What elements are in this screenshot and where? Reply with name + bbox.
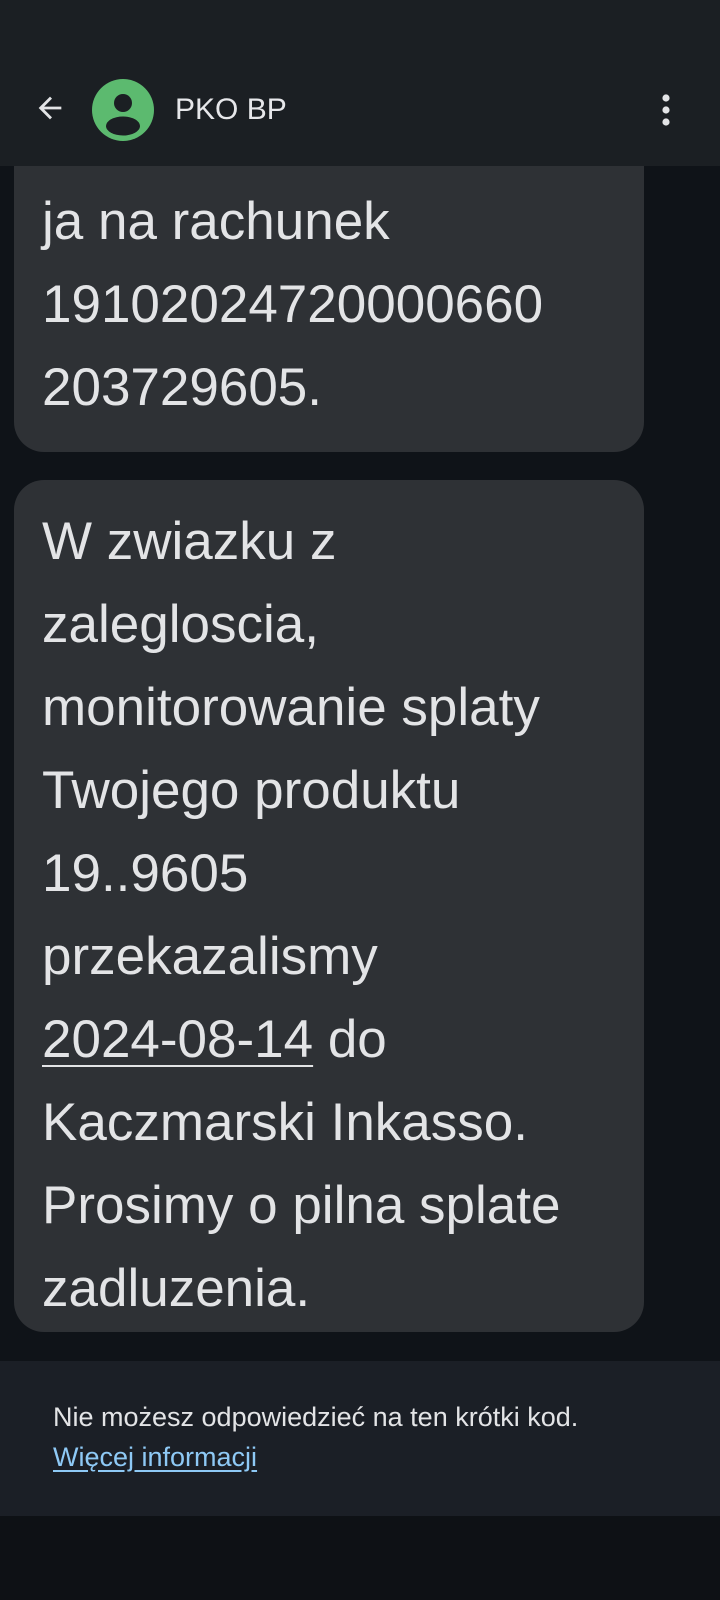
message-line: W zwiazku z xyxy=(42,512,337,571)
message-line: 2024-08-14 do xyxy=(42,998,616,1081)
more-vert-icon xyxy=(662,94,670,126)
reply-disabled-footer: Nie możesz odpowiedzieć na ten krótki ko… xyxy=(0,1361,720,1516)
message-line: 203729605. xyxy=(42,358,323,417)
contact-name[interactable]: PKO BP xyxy=(175,90,287,130)
message-line: Twojego produktu xyxy=(42,761,461,820)
more-info-link[interactable]: Więcej informacji xyxy=(53,1439,257,1475)
person-icon xyxy=(106,94,140,136)
back-button[interactable] xyxy=(22,80,78,136)
message-line: 19102024720000660 xyxy=(42,275,544,334)
status-bar xyxy=(0,0,720,56)
message-line: 19..9605 xyxy=(42,844,249,903)
message-bubble[interactable]: ja na rachunek 19102024720000660 2037296… xyxy=(14,166,644,452)
cannot-reply-notice: Nie możesz odpowiedzieć na ten krótki ko… xyxy=(53,1402,579,1432)
contact-avatar[interactable] xyxy=(92,79,154,141)
message-line: ja na rachunek xyxy=(42,192,390,251)
arrow-back-icon xyxy=(38,96,62,120)
message-text: do xyxy=(313,1010,387,1069)
message-line: przekazalismy xyxy=(42,927,378,986)
message-bubble[interactable]: W zwiazku z zalegloscia, monitorowanie s… xyxy=(14,480,644,1332)
message-line: monitorowanie splaty xyxy=(42,678,540,737)
message-line: Prosimy o pilna splate xyxy=(42,1176,561,1235)
conversation-app-bar: PKO BP xyxy=(0,56,720,166)
message-line: Kaczmarski Inkasso. xyxy=(42,1093,528,1152)
date-link[interactable]: 2024-08-14 xyxy=(42,1010,313,1069)
message-line xyxy=(42,166,616,180)
more-options-button[interactable] xyxy=(642,84,690,136)
messages-screen: PKO BP ja na rachunek 19102024720000660 … xyxy=(0,0,720,1600)
message-thread[interactable]: ja na rachunek 19102024720000660 2037296… xyxy=(0,166,720,1361)
message-line: zadluzenia. xyxy=(42,1259,311,1318)
navigation-bar-area xyxy=(0,1516,720,1600)
message-line: zalegloscia, xyxy=(42,595,319,654)
